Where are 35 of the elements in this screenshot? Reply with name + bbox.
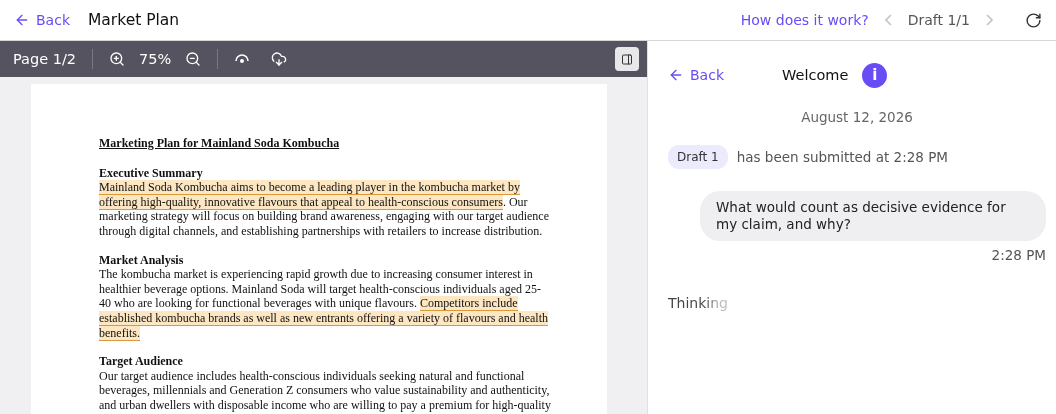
zoom-level: 75% [139,51,172,67]
section-paragraph: Mainland Soda Kombucha aims to become a leading player in the kombucha market by offering high-quality, innovative flavours that appeal to health-conscious consumers. Our marketing strategy will focus on building brand awareness, engaging with our target audience through digital channels, and establishing partnerships with retailers to increase distribution. [99,180,550,239]
document-title: Market Plan [88,11,180,29]
draft-counter: Draft 1/1 [907,12,970,28]
zoom-out-icon [185,51,202,67]
chevron-left-icon [884,14,892,26]
section-paragraph: Our target audience includes health-conscious individuals seeking natural and functional beverages, millennials and Generation Z consumers who value sustainability and authenticity, and urban dwellers with disposable income who are willing to pay a premium for high-quality [99,368,551,413]
zoom-in-icon [109,51,126,67]
help-link[interactable]: How does it work? [740,12,869,28]
refresh-icon [1025,11,1042,29]
cloud-download-icon [271,51,288,67]
chat-title: Welcome [782,67,849,83]
refresh-button[interactable] [1025,11,1042,29]
download-button[interactable] [271,51,288,67]
document-heading: Marketing Plan for Mainland Soda Kombucha [99,136,341,151]
section-heading: Market Analysis [99,252,185,268]
draft-badge: Draft 1 [668,145,728,169]
event-text: has been submitted at 2:28 PM [736,149,948,165]
chat-back-button[interactable]: Back [668,67,724,83]
back-button[interactable]: Back [14,12,70,28]
section-heading: Executive Summary [99,165,204,181]
section-paragraph: The kombucha market is experiencing rapid growth due to increasing consumer interest in healthier beverage options. Mainland Soda will target health-conscious individuals aged 25-40 who are looking for functional beverages with unique flavours. Competitors include established kombucha brands as well as new entrants offering a variety of flavours and health benefits. [99,267,549,341]
section-heading: Target Audience [99,354,184,369]
page-indicator: Page 1/2 [13,51,77,67]
message-time: 2:28 PM [991,247,1046,263]
chevron-right-icon [986,14,993,26]
info-icon[interactable]: i [862,62,888,88]
chat-date: August 12, 2026 [800,109,914,125]
panel-toggle-button[interactable] [615,47,639,71]
panel-icon [621,51,633,67]
zoom-out-button[interactable] [185,51,202,67]
arrow-left-icon [14,12,30,28]
message-bubble: What would count as decisive evidence for my claim, and why? [700,191,1046,241]
zoom-in-button[interactable] [109,51,126,67]
thinking-status: Thinking [668,295,728,311]
